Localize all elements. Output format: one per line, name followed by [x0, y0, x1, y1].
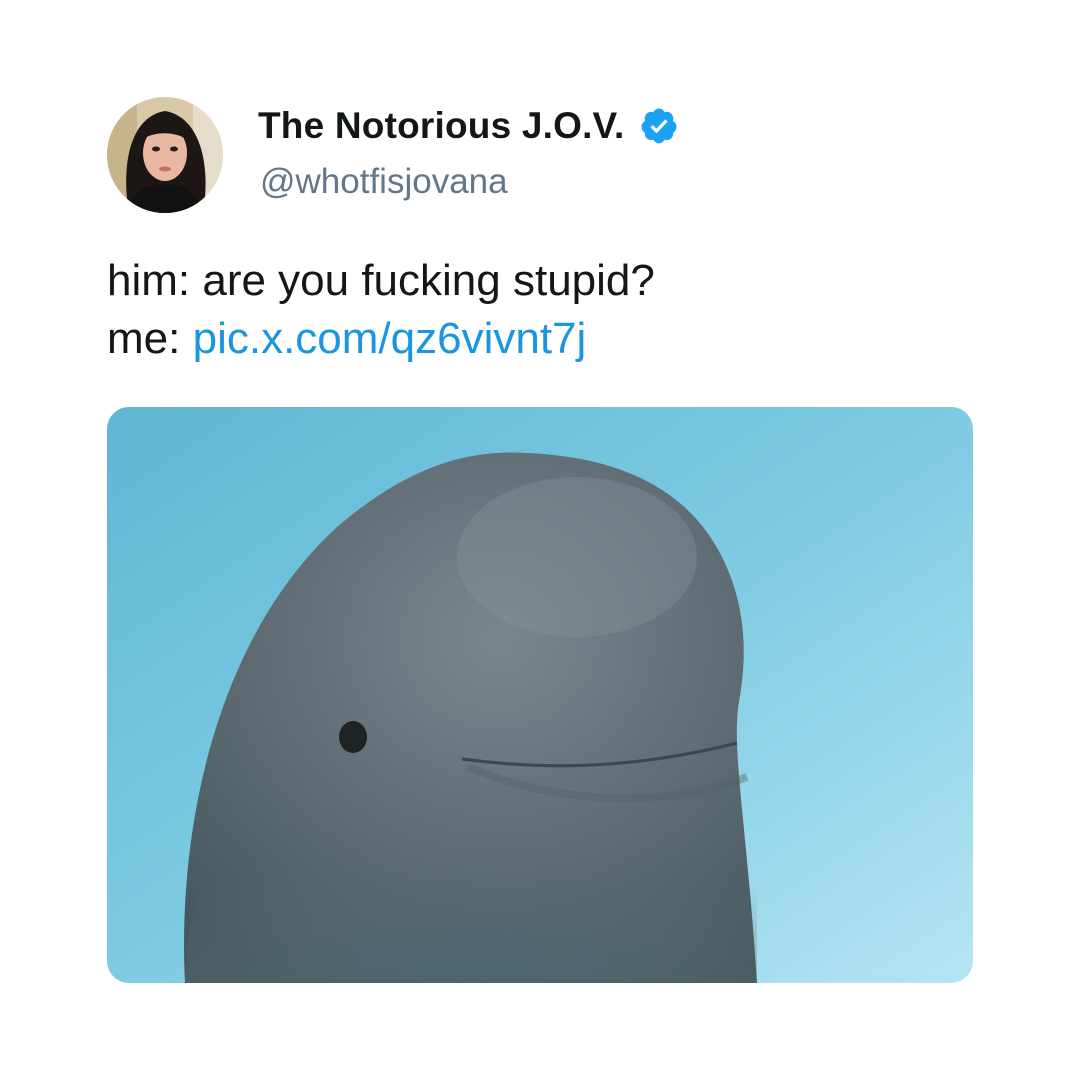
tweet-text-prefix: me:	[107, 314, 181, 363]
author-handle[interactable]: @whotfisjovana	[260, 162, 508, 202]
tweet-text: him: are you fucking stupid? me: pic.x.c…	[107, 252, 987, 368]
author-display-name[interactable]: The Notorious J.O.V.	[258, 105, 625, 147]
tweet-text-line-2: me: pic.x.com/qz6vivnt7j	[107, 310, 987, 368]
tweet-text-line-1: him: are you fucking stupid?	[107, 256, 655, 305]
author-avatar[interactable]	[107, 97, 223, 213]
author-name-row: The Notorious J.O.V.	[258, 104, 679, 148]
profile-photo-icon	[107, 97, 223, 213]
beluga-whale-photo-icon	[107, 407, 973, 983]
tweet-media-image[interactable]	[107, 407, 973, 983]
verified-badge-icon	[639, 106, 679, 146]
tweet-media-link[interactable]: pic.x.com/qz6vivnt7j	[193, 314, 587, 363]
tweet-card: The Notorious J.O.V. @whotfisjovana him:…	[0, 0, 1080, 1080]
